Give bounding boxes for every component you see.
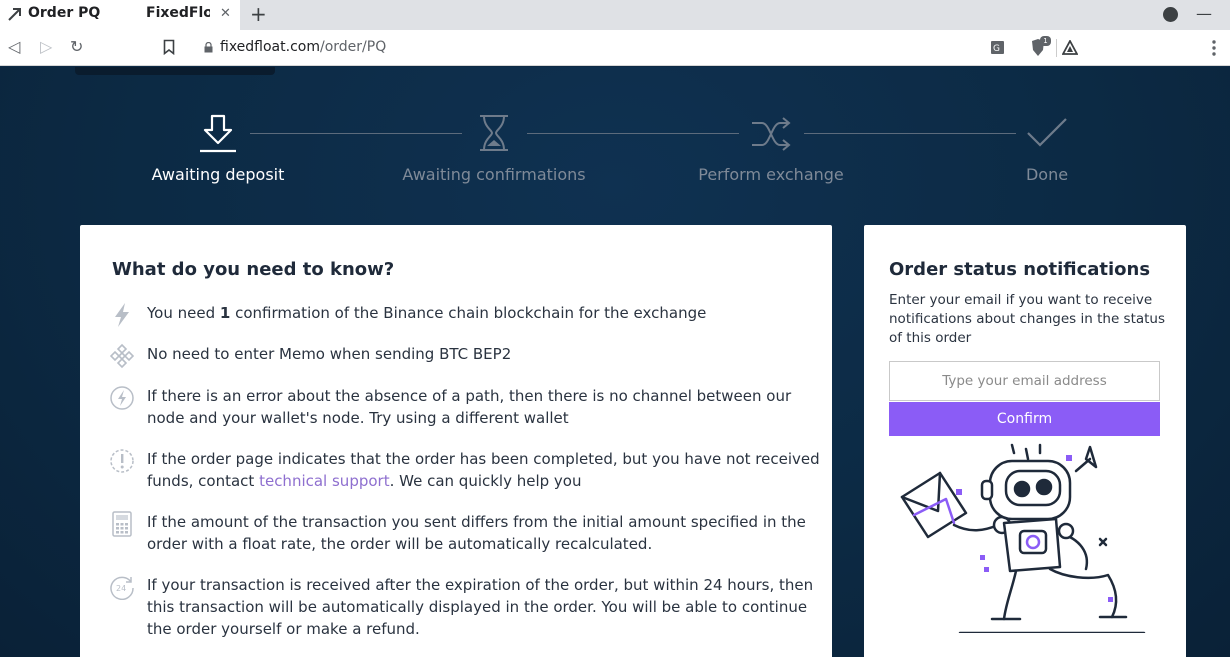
email-input[interactable]	[889, 361, 1160, 401]
info-item-text: If your transaction is received after th…	[147, 576, 814, 638]
brave-rewards-icon[interactable]	[1062, 40, 1078, 55]
confirmations-count: 1	[219, 304, 231, 322]
info-item-text: No need to enter Memo when sending BTC B…	[147, 345, 512, 363]
download-arrow-icon	[200, 114, 236, 153]
browser-tab[interactable]: Order PQ FixedFloat ✕	[0, 0, 240, 30]
translate-icon[interactable]: G	[990, 40, 1005, 55]
address-bar[interactable]: fixedfloat.com/order/PQ G 1	[190, 34, 1088, 62]
step-perform-exchange: Perform exchange	[698, 165, 844, 184]
info-item-text: If the amount of the transaction you sen…	[147, 513, 806, 553]
info-item-text: If the order page indicates that the ord…	[147, 448, 827, 492]
info-item-text: You need 1 confirmation of the Binance c…	[147, 302, 827, 324]
shuffle-icon	[752, 117, 791, 151]
info-item-text: If there is an error about the absence o…	[147, 387, 792, 427]
url-host: fixedfloat.com	[220, 39, 320, 55]
robot-mail-illustration	[900, 443, 1146, 633]
notifications-card: Order status notifications Enter your em…	[864, 225, 1186, 657]
new-tab-button[interactable]: +	[250, 2, 267, 26]
order-page: Awaiting deposit Awaiting confirmations …	[0, 67, 1230, 657]
minimize-window-icon[interactable]: —	[1196, 4, 1212, 23]
clock-24-icon: 24	[110, 576, 134, 600]
tab-title-site: FixedFloat	[146, 5, 210, 21]
info-text-part: confirmation of the Binance chain blockc…	[230, 304, 707, 322]
shields-count-badge: 1	[1040, 36, 1051, 46]
svg-text:G: G	[993, 44, 1000, 54]
binance-diamond-icon	[110, 343, 134, 369]
svg-text:24: 24	[116, 584, 126, 593]
lightning-icon	[115, 303, 129, 327]
url-text[interactable]: fixedfloat.com/order/PQ	[220, 39, 386, 55]
order-progress-steps: Awaiting deposit Awaiting confirmations …	[0, 67, 1230, 197]
hourglass-icon	[480, 115, 508, 151]
lightning-circle-icon	[110, 386, 134, 410]
tab-title-redaction	[122, 3, 144, 27]
exclamation-circle-icon	[110, 449, 134, 473]
browser-tab-bar: Order PQ FixedFloat ✕ + —	[0, 0, 1230, 30]
browser-toolbar: ◁ ▷ ↻ fixedfloat.com/order/PQ G 1	[0, 30, 1230, 66]
step-awaiting-deposit: Awaiting deposit	[151, 165, 285, 184]
info-card: What do you need to know? You need 1 con…	[80, 225, 832, 657]
lock-icon[interactable]	[204, 42, 213, 53]
notifications-title: Order status notifications	[889, 259, 1151, 280]
info-text-part: You need	[147, 304, 220, 322]
tab-title: Order PQ	[28, 5, 101, 21]
toolbar-divider	[1056, 39, 1057, 57]
tab-close-icon[interactable]: ✕	[220, 6, 231, 21]
calculator-icon	[112, 511, 132, 537]
technical-support-link[interactable]: technical support	[259, 472, 390, 490]
confirm-button[interactable]: Confirm	[889, 402, 1160, 436]
browser-menu-icon[interactable]	[1212, 39, 1216, 57]
step-done: Done	[1025, 165, 1069, 184]
step-awaiting-confirmations: Awaiting confirmations	[402, 165, 586, 184]
back-button[interactable]: ◁	[8, 37, 20, 56]
info-text-part: . We can quickly help you	[389, 472, 582, 490]
fixedfloat-favicon-icon	[8, 8, 21, 21]
notifications-description: Enter your email if you want to receive …	[889, 292, 1166, 346]
step-connector	[250, 133, 462, 134]
info-card-title: What do you need to know?	[112, 259, 395, 280]
step-connector	[804, 133, 1016, 134]
tab-search-icon[interactable]	[1163, 7, 1178, 22]
reload-button[interactable]: ↻	[70, 37, 83, 56]
checkmark-icon	[1027, 118, 1067, 147]
step-connector	[527, 133, 739, 134]
url-path: /order/PQ	[319, 39, 387, 55]
forward-button[interactable]: ▷	[40, 37, 52, 56]
bookmark-icon[interactable]	[163, 39, 175, 55]
